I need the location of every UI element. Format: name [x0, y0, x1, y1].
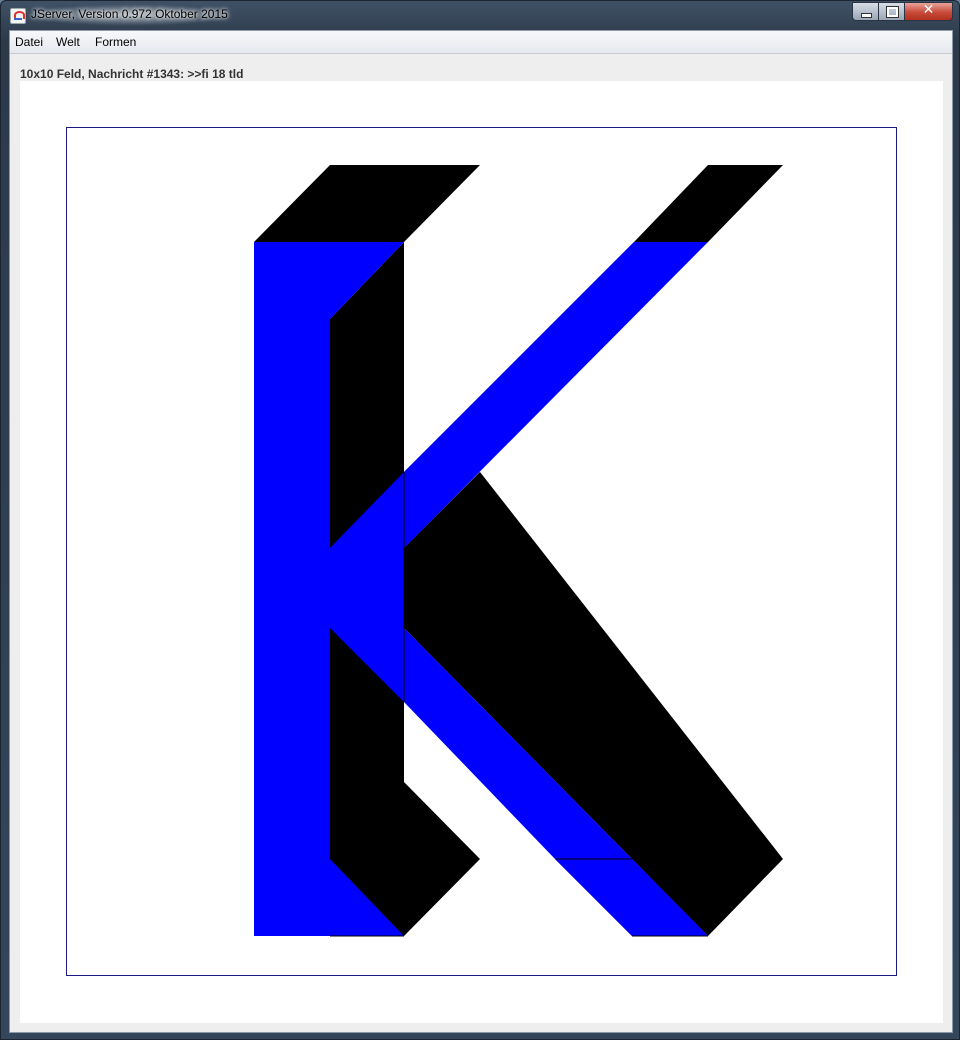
status-message: 10x10 Feld, Nachricht #1343: >>fi 18 tld: [20, 67, 244, 81]
minimize-icon: [861, 13, 872, 18]
arm-top-face: [634, 165, 783, 242]
client-area: Datei Welt Formen 10x10 Feld, Nachricht …: [9, 30, 953, 1033]
menu-datei[interactable]: Datei: [15, 35, 43, 49]
maximize-icon: [886, 6, 899, 18]
k-drawing: [254, 165, 783, 937]
menu-welt[interactable]: Welt: [56, 35, 80, 49]
maximize-button[interactable]: [878, 2, 905, 21]
minimize-button[interactable]: [852, 2, 879, 21]
menu-formen[interactable]: Formen: [95, 35, 136, 49]
drawing-panel: [20, 81, 943, 1023]
title-bar[interactable]: JServer, Version 0.972 Oktober 2015 ✕: [1, 1, 959, 29]
stem-top-face: [254, 165, 480, 242]
close-icon: ✕: [922, 2, 935, 18]
menu-bar: Datei Welt Formen: [10, 31, 952, 54]
app-window: JServer, Version 0.972 Oktober 2015 ✕ Da…: [0, 0, 960, 1040]
close-button[interactable]: ✕: [904, 2, 953, 21]
window-title: JServer, Version 0.972 Oktober 2015: [31, 7, 228, 21]
java-cup-icon[interactable]: [10, 8, 26, 24]
world-frame: [66, 127, 897, 976]
arm-band: [404, 242, 708, 548]
